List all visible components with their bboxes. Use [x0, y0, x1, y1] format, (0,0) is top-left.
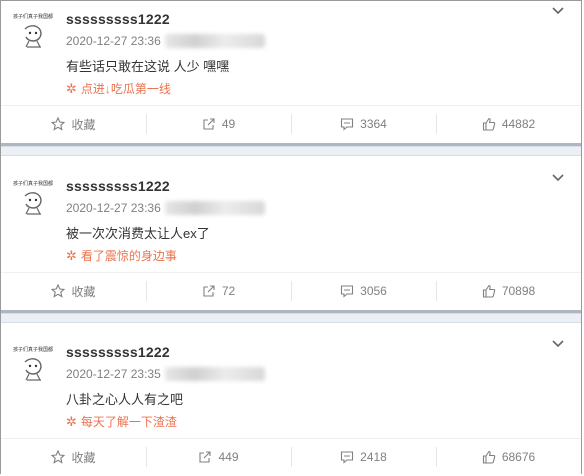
flower-icon: ✲	[66, 247, 77, 263]
topic-link[interactable]: ✲ 点进↓吃瓜第一线	[66, 80, 171, 97]
post-card: 孩子们真子我国都看 sssssssss1222 2020-12-27 23:36…	[1, 168, 581, 310]
repost-button[interactable]: 449	[146, 439, 291, 475]
share-icon	[203, 118, 215, 130]
topic-label: 点进↓吃瓜第一线	[80, 82, 171, 96]
timestamp[interactable]: 2020-12-27 23:35	[66, 367, 161, 381]
share-icon	[203, 285, 215, 297]
comment-icon	[341, 451, 354, 464]
star-icon	[51, 284, 66, 298]
comment-button[interactable]: 3056	[291, 273, 436, 309]
chevron-down-icon[interactable]	[551, 3, 565, 21]
post-content: 有些话只敢在这说 人少 嘿嘿	[66, 59, 230, 74]
post-content: 八卦之心人人有之吧	[66, 392, 184, 407]
topic-label: 看了震惊的身边事	[80, 249, 177, 263]
comment-icon	[341, 118, 354, 131]
favorite-button[interactable]: 收藏	[1, 106, 146, 142]
thumbs-up-icon	[482, 117, 496, 131]
repost-button[interactable]: 49	[146, 106, 291, 142]
flower-icon: ✲	[66, 80, 77, 96]
timestamp[interactable]: 2020-12-27 23:36	[66, 34, 161, 48]
blurred-source	[165, 367, 265, 381]
favorite-button[interactable]: 收藏	[1, 273, 146, 309]
username[interactable]: sssssssss1222	[66, 178, 170, 194]
thumbs-up-icon	[482, 284, 496, 298]
post-card: 孩子们真子我国都看 sssssssss1222 2020-12-27 23:35…	[1, 334, 581, 474]
repost-button[interactable]: 72	[146, 273, 291, 309]
share-icon	[199, 451, 212, 463]
avatar[interactable]: 孩子们真子我国都看	[13, 13, 53, 53]
avatar[interactable]: 孩子们真子我国都看	[13, 180, 53, 220]
post-content: 被一次次消费太让人ex了	[66, 226, 210, 241]
favorite-button[interactable]: 收藏	[1, 439, 146, 475]
like-button[interactable]: 44882	[436, 106, 581, 142]
star-icon	[51, 450, 66, 464]
flower-icon: ✲	[66, 413, 77, 429]
chevron-down-icon[interactable]	[551, 336, 565, 354]
avatar[interactable]: 孩子们真子我国都看	[13, 346, 53, 386]
topic-link[interactable]: ✲ 看了震惊的身边事	[66, 247, 177, 264]
blurred-source	[165, 201, 265, 215]
topic-label: 每天了解一下渣渣	[80, 415, 177, 429]
like-button[interactable]: 70898	[436, 273, 581, 309]
section-gap	[1, 146, 581, 156]
comment-button[interactable]: 2418	[291, 439, 436, 475]
action-bar: 收藏 72 3056 70898	[1, 272, 581, 309]
action-bar: 收藏 49 3364 44882	[1, 105, 581, 142]
post-card: 孩子们真子我国都看 sssssssss1222 2020-12-27 23:36…	[1, 1, 581, 143]
like-button[interactable]: 68676	[436, 439, 581, 475]
comment-button[interactable]: 3364	[291, 106, 436, 142]
timestamp[interactable]: 2020-12-27 23:36	[66, 201, 161, 215]
thumbs-up-icon	[482, 450, 496, 464]
chevron-down-icon[interactable]	[551, 170, 565, 188]
star-icon	[51, 117, 66, 131]
action-bar: 收藏 449 2418 68676	[1, 438, 581, 475]
blurred-source	[165, 34, 265, 48]
username[interactable]: sssssssss1222	[66, 11, 170, 27]
section-gap	[1, 313, 581, 323]
topic-link[interactable]: ✲ 每天了解一下渣渣	[66, 413, 177, 430]
username[interactable]: sssssssss1222	[66, 344, 170, 360]
comment-icon	[341, 285, 354, 298]
